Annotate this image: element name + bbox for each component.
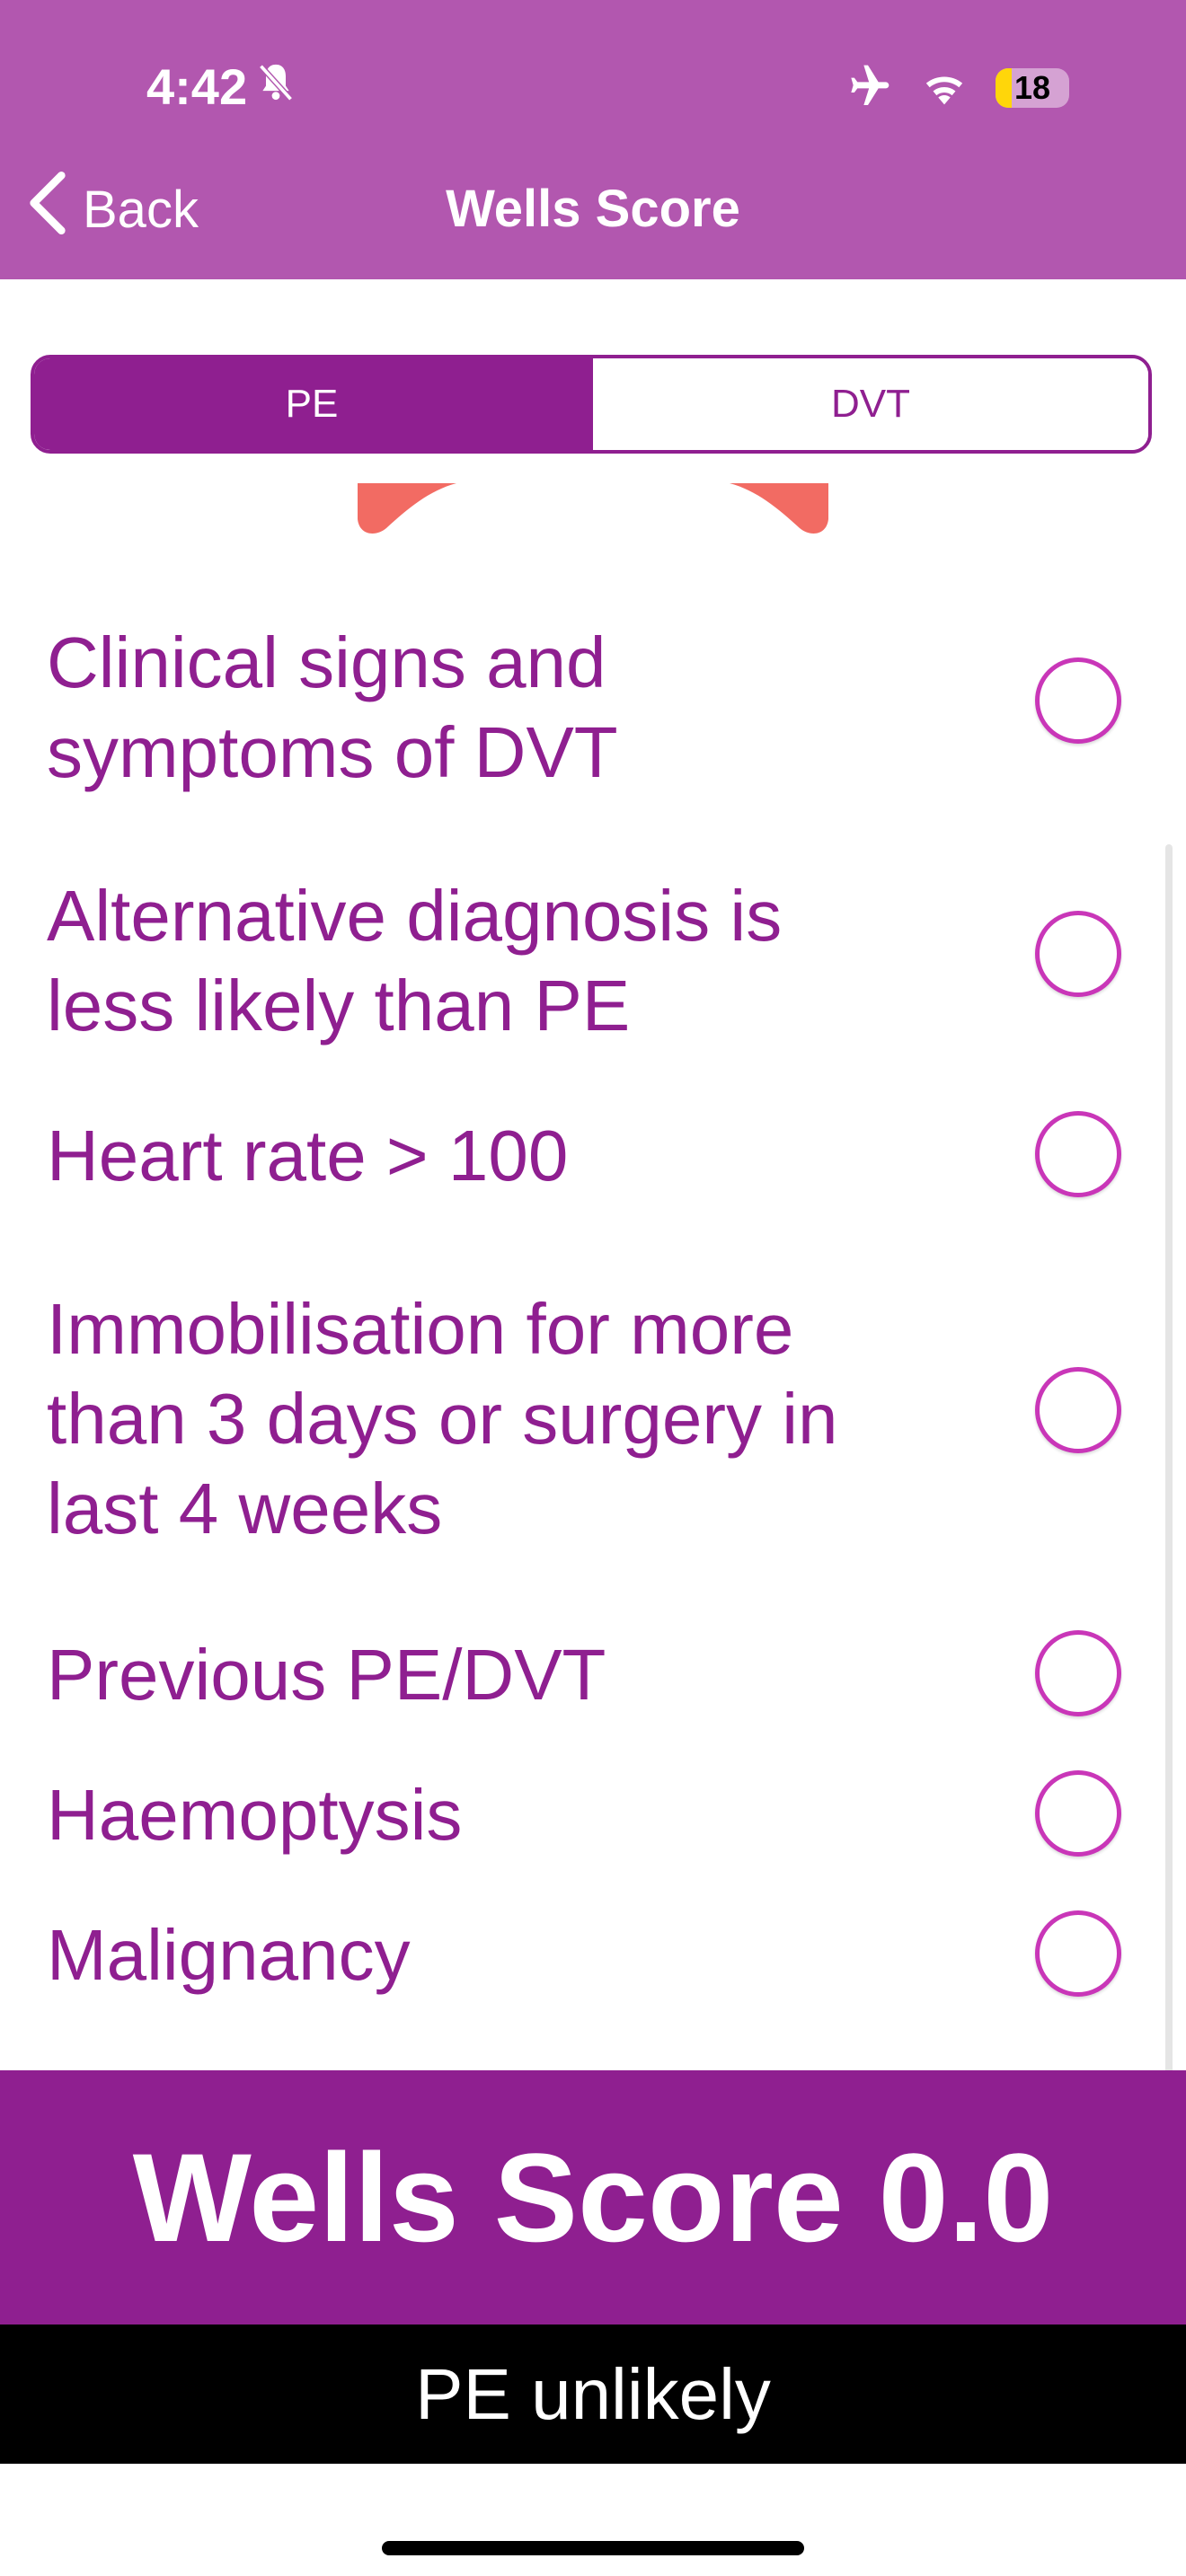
criterion-radio[interactable]: [1035, 1111, 1121, 1197]
criterion-label: Haemoptysis: [47, 1775, 463, 1855]
status-time-text: 4:42: [146, 58, 248, 115]
home-indicator[interactable]: [382, 2541, 804, 2555]
criterion-radio[interactable]: [1035, 911, 1121, 997]
battery-level: 18: [1013, 69, 1051, 106]
segment-pe[interactable]: PE: [34, 358, 589, 450]
criterion-label: Clinical signs and symptoms of DVT: [47, 622, 618, 792]
criterion-immobilisation[interactable]: Immobilisation for more than 3 days or s…: [47, 1284, 1139, 1554]
criterion-alternative-diagnosis[interactable]: Alternative diagnosis is less likely tha…: [47, 871, 1139, 1055]
wifi-icon: [918, 65, 970, 112]
segment-dvt[interactable]: DVT: [589, 358, 1148, 450]
criterion-label: Malignancy: [47, 1915, 411, 1995]
criterion-radio[interactable]: [1035, 1770, 1121, 1857]
criterion-dvt-signs[interactable]: Clinical signs and symptoms of DVT: [47, 618, 1139, 802]
criterion-radio[interactable]: [1035, 1910, 1121, 1997]
pe-dvt-segmented-control: PE DVT: [31, 355, 1152, 454]
wells-score-total: Wells Score 0.0: [0, 2070, 1186, 2325]
status-icons: 18: [843, 59, 1069, 117]
airplane-icon: [843, 61, 893, 116]
criterion-label: Heart rate > 100: [47, 1116, 569, 1195]
decorative-shape: [350, 483, 836, 537]
criterion-label: Alternative diagnosis is less likely tha…: [47, 876, 783, 1045]
criterion-label: Immobilisation for more than 3 days or s…: [47, 1289, 838, 1548]
header: 4:42 18 Back Wells Score: [0, 0, 1186, 279]
battery-fill: [996, 68, 1013, 108]
battery-icon: 18: [996, 68, 1069, 108]
criterion-label: Previous PE/DVT: [47, 1635, 606, 1715]
silent-mode-icon: [256, 56, 296, 119]
criterion-radio[interactable]: [1035, 657, 1121, 744]
criterion-heart-rate[interactable]: Heart rate > 100: [47, 1111, 1139, 1201]
criterion-radio[interactable]: [1035, 1367, 1121, 1453]
status-time: 4:42: [146, 56, 296, 119]
criterion-haemoptysis[interactable]: Haemoptysis: [47, 1770, 1139, 1860]
page-title: Wells Score: [446, 180, 740, 238]
result-interpretation: PE unlikely: [0, 2325, 1186, 2464]
criterion-malignancy[interactable]: Malignancy: [47, 1910, 1139, 2000]
criterion-previous-pe-dvt[interactable]: Previous PE/DVT: [47, 1630, 1139, 1720]
criterion-radio[interactable]: [1035, 1630, 1121, 1716]
